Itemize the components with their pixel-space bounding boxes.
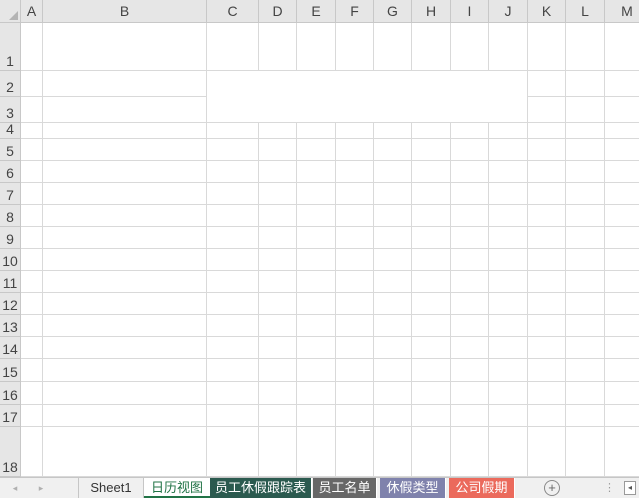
column-header-d[interactable]: D [259,0,297,23]
row-gridline [21,336,639,337]
column-header-e[interactable]: E [297,0,336,23]
scroll-left-icon[interactable]: ◂ [624,481,636,495]
row-gridline [21,122,639,123]
row-gridline [21,226,639,227]
sheet-tab-5[interactable]: 休假类型 [380,478,446,498]
select-all-triangle-icon [9,11,18,20]
row-header-6[interactable]: 6 [0,161,21,183]
row-header-5[interactable]: 5 [0,139,21,161]
column-header-f[interactable]: F [336,0,374,23]
row-header-10[interactable]: 10 [0,249,21,271]
column-gridline [565,23,566,477]
row-header-2[interactable]: 2 [0,71,21,97]
sheet-tab-bar: ◂ ▸ Sheet1 日历视图 员工休假跟踪表 员工名单 休假类型 公司假期 + ⋮ ◂ [0,477,639,498]
row-gridline [21,314,639,315]
row-gridline [21,358,639,359]
row-gridline [21,404,639,405]
add-sheet-icon[interactable]: + [544,480,560,496]
row-gridline [21,248,639,249]
row-header-9[interactable]: 9 [0,227,21,249]
select-all-corner[interactable] [0,0,21,23]
row-header-13[interactable]: 13 [0,315,21,337]
column-gridline [527,23,528,477]
sheet-tab-1[interactable]: Sheet1 [78,478,144,498]
column-header-c[interactable]: C [207,0,259,23]
more-options-icon[interactable]: ⋮ [604,480,615,496]
column-header-l[interactable]: L [566,0,605,23]
spreadsheet-grid[interactable]: ABCDEFGHIJKLM 1 2 3 4 5 6 7 8 9 10 11 12 13 14 15 16 17 1… [0,0,639,477]
row-header-4[interactable]: 4 [0,121,21,139]
sheet-tab-2[interactable]: 日历视图 [144,478,210,498]
column-header-a[interactable]: A [21,0,43,23]
next-sheet-icon[interactable]: ▸ [34,480,48,496]
merged-cell-area[interactable] [207,71,527,122]
row-header-1[interactable]: 1 [0,23,21,71]
row-gridline [21,381,639,382]
column-header-g[interactable]: G [374,0,412,23]
row-gridline [21,138,639,139]
row-header-3[interactable]: 3 [0,97,21,123]
column-gridline [604,23,605,477]
column-header-m[interactable]: M [605,0,639,23]
row-header-18[interactable]: 18 [0,427,21,477]
row-header-14[interactable]: 14 [0,337,21,359]
row-gridline [21,182,639,183]
row-gridline [21,426,639,427]
column-header-h[interactable]: H [412,0,451,23]
row-gridline [21,292,639,293]
row-gridline [21,270,639,271]
row-header-11[interactable]: 11 [0,271,21,293]
column-header-k[interactable]: K [528,0,566,23]
row-header-16[interactable]: 16 [0,382,21,405]
row-gridline [21,204,639,205]
sheet-tab-6[interactable]: 公司假期 [449,478,515,498]
column-gridline [42,23,43,477]
row-header-12[interactable]: 12 [0,293,21,315]
row-header-15[interactable]: 15 [0,359,21,382]
prev-sheet-icon[interactable]: ◂ [8,480,22,496]
sheet-tab-4[interactable]: 员工名单 [313,478,377,498]
sheet-tab-3[interactable]: 员工休假跟踪表 [210,478,312,498]
row-header-8[interactable]: 8 [0,205,21,227]
column-header-j[interactable]: J [489,0,528,23]
row-header-7[interactable]: 7 [0,183,21,205]
column-header-i[interactable]: I [451,0,489,23]
row-header-17[interactable]: 17 [0,405,21,427]
column-header-b[interactable]: B [43,0,207,23]
row-gridline [21,160,639,161]
